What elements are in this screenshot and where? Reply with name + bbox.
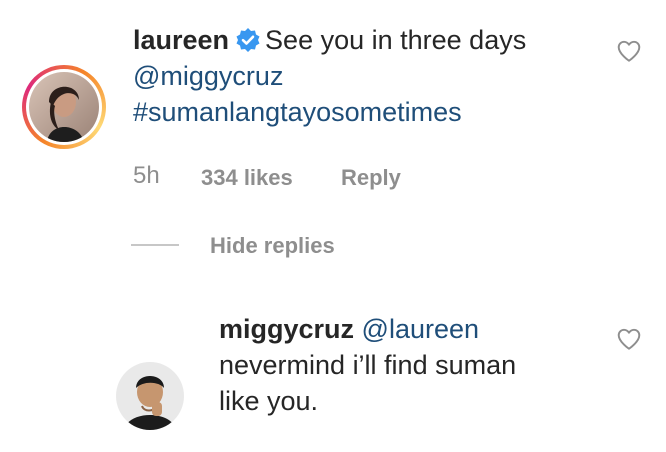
reply-text-line-2: like you. — [219, 386, 319, 416]
comment-hashtag-link[interactable]: #sumanlangtayosometimes — [133, 94, 603, 130]
avatar-miggycruz[interactable] — [116, 362, 184, 430]
hide-replies-button[interactable]: Hide replies — [210, 233, 335, 259]
avatar-border — [26, 69, 102, 145]
avatar-image — [116, 362, 184, 430]
reply-username[interactable]: miggycruz — [219, 314, 354, 344]
reply-body: miggycruz @laureen nevermind i’ll find s… — [219, 311, 599, 419]
reply-text-line-1: nevermind i’ll find suman — [219, 350, 517, 380]
reply-line-1: miggycruz @laureen — [219, 311, 599, 347]
comment-likes-count[interactable]: 334 likes — [201, 165, 293, 191]
comment-timestamp[interactable]: 5h — [133, 162, 160, 190]
avatar-laureen — [29, 72, 99, 142]
verified-badge-icon — [235, 26, 261, 52]
comment-mention-link[interactable]: @miggycruz — [133, 58, 603, 94]
comment-text: See you in three days — [265, 25, 527, 55]
replies-divider-line — [131, 244, 179, 246]
reply-button[interactable]: Reply — [341, 165, 401, 191]
like-heart-icon[interactable] — [616, 38, 642, 64]
comment-username[interactable]: laureen — [133, 25, 229, 55]
avatar-story-ring[interactable] — [22, 65, 106, 149]
reply-like-heart-icon[interactable] — [616, 326, 642, 352]
reply-mention-link[interactable]: @laureen — [362, 314, 479, 344]
comment-body: laureen See you in three days @miggycruz … — [133, 22, 603, 130]
comment-line-1: laureen See you in three days — [133, 22, 603, 58]
